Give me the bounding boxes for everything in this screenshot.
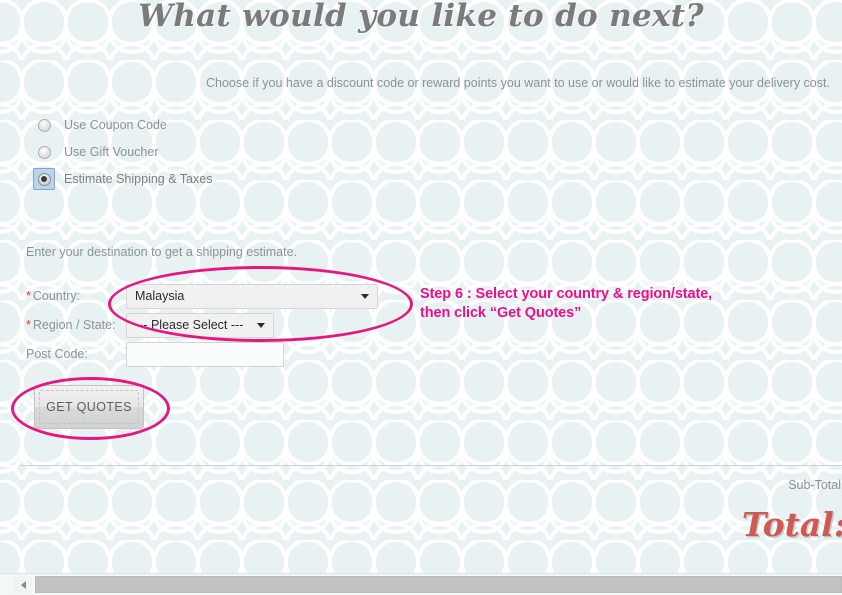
required-marker: *	[26, 289, 31, 303]
annotation-ellipse-selects	[108, 266, 413, 342]
country-label-text: Country:	[32, 289, 81, 303]
region-label-text: Region / State:	[32, 318, 116, 332]
postcode-label: Post Code:	[26, 347, 88, 361]
option-estimate-shipping-taxes[interactable]: Estimate Shipping & Taxes	[33, 168, 212, 190]
required-marker: *	[26, 318, 31, 332]
radio-dot-icon	[37, 145, 51, 159]
radio-coupon-code[interactable]	[33, 114, 55, 136]
page-title: What would you like to do next?	[138, 0, 704, 34]
radio-dot-icon	[37, 118, 51, 132]
option-label: Use Gift Voucher	[64, 145, 159, 159]
shipping-hint: Enter your destination to get a shipping…	[26, 245, 297, 259]
radio-dot-selected-icon	[37, 172, 51, 186]
intro-text: Choose if you have a discount code or re…	[206, 76, 830, 90]
field-row-postcode: Post Code:	[26, 341, 284, 367]
option-use-gift-voucher[interactable]: Use Gift Voucher	[33, 141, 159, 163]
option-use-coupon-code[interactable]: Use Coupon Code	[33, 114, 167, 136]
scrollbar-thumb[interactable]	[35, 576, 842, 593]
scroll-left-arrow-button[interactable]	[14, 576, 32, 593]
option-label: Estimate Shipping & Taxes	[64, 172, 213, 186]
option-label: Use Coupon Code	[64, 118, 167, 132]
page-root: What would you like to do next? Choose i…	[0, 0, 842, 595]
postcode-input[interactable]	[126, 341, 284, 367]
caret-left-icon	[20, 580, 26, 589]
annotation-line-1: Step 6 : Select your country & region/st…	[420, 286, 713, 302]
radio-estimate-shipping[interactable]	[33, 168, 55, 190]
total-label: Total:	[741, 505, 842, 544]
sub-total-label: Sub-Total	[788, 478, 841, 492]
horizontal-scrollbar[interactable]	[0, 573, 842, 595]
annotation-ellipse-button	[11, 377, 170, 440]
radio-gift-voucher[interactable]	[33, 141, 55, 163]
totals-divider	[20, 465, 842, 466]
annotation-text: Step 6 : Select your country & region/st…	[420, 285, 712, 323]
region-label: * Region / State:	[26, 318, 126, 332]
annotation-line-2: then click “Get Quotes”	[420, 305, 582, 321]
